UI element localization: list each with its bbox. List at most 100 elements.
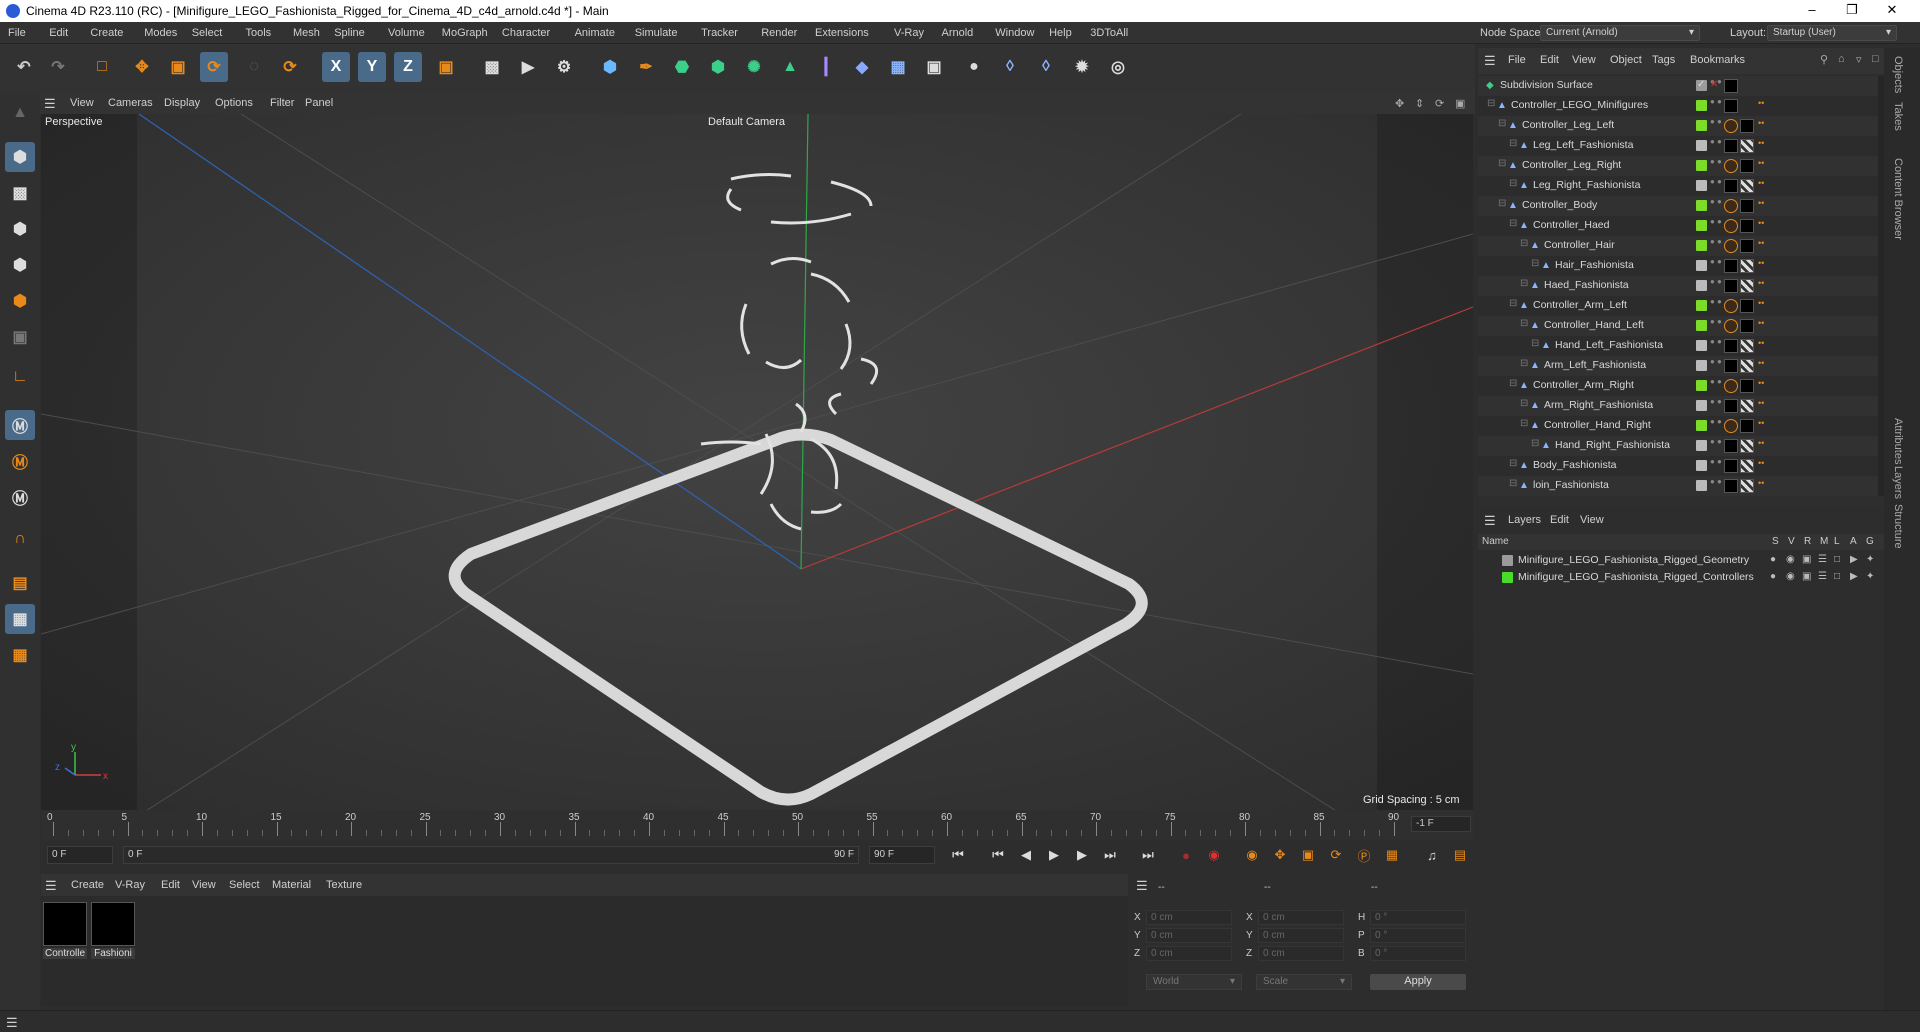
undo-icon[interactable]: ↶ xyxy=(10,52,38,82)
visibility-dots-icon[interactable]: ● ● xyxy=(1710,318,1722,326)
viewport-zoom-icon[interactable]: ⇕ xyxy=(1415,97,1424,110)
weight-tag-icon[interactable]: •• xyxy=(1758,358,1764,368)
material-swatch[interactable] xyxy=(43,902,87,946)
coord-pos-field[interactable]: 0 cm xyxy=(1146,946,1232,961)
object-row[interactable]: ⊟ ▲ Controller_Body ● ● •• xyxy=(1478,196,1878,216)
weight-tag-icon[interactable]: •• xyxy=(1758,338,1764,348)
visibility-dots-icon[interactable]: ● ● xyxy=(1710,278,1722,286)
polygons-mode-icon[interactable]: ⬢ xyxy=(5,286,35,316)
object-row[interactable]: ⊟ ▲ Leg_Left_Fashionista ● ● •• xyxy=(1478,136,1878,156)
extrude-icon[interactable]: ⬢ xyxy=(704,52,732,82)
layer-row[interactable]: Minifigure_LEGO_Fashionista_Rigged_Contr… xyxy=(1478,569,1884,586)
menu-item-v-ray[interactable]: V-Ray xyxy=(894,27,924,39)
menu-item-mograph[interactable]: MoGraph xyxy=(442,27,488,39)
minimize-icon[interactable]: – xyxy=(1792,2,1832,20)
hamburger-icon[interactable]: ☰ xyxy=(1484,53,1496,69)
weight-tag-icon[interactable]: •• xyxy=(1758,98,1764,108)
object-menu-object[interactable]: Object xyxy=(1610,54,1642,66)
constraint-tag-icon[interactable] xyxy=(1724,419,1738,433)
visibility-dots-icon[interactable]: ● ● xyxy=(1710,118,1722,126)
new-window-icon[interactable]: □ xyxy=(1872,53,1879,65)
object-row[interactable]: ⊟ ▲ Arm_Left_Fashionista ● ● •• xyxy=(1478,356,1878,376)
side-tab-content-browser[interactable]: Content Browser xyxy=(1892,158,1904,240)
material-tag-icon[interactable] xyxy=(1724,279,1738,293)
constraint-tag-icon[interactable] xyxy=(1724,319,1738,333)
layer-color-swatch[interactable] xyxy=(1696,380,1707,391)
object-row[interactable]: ⊟ ▲ Leg_Right_Fashionista ● ● •• xyxy=(1478,176,1878,196)
object-row[interactable]: ⊟ ▲ Controller_Leg_Left ● ● •• xyxy=(1478,116,1878,136)
weight-tag-icon[interactable]: •• xyxy=(1758,238,1764,248)
material-tag-icon[interactable] xyxy=(1724,399,1738,413)
tree-expand-icon[interactable]: ⊟ xyxy=(1531,338,1539,349)
solo-dot-icon[interactable]: ● xyxy=(1770,554,1776,565)
layer-color-swatch[interactable] xyxy=(1696,260,1707,271)
layer-color-swatch[interactable] xyxy=(1696,220,1707,231)
layer-color-swatch[interactable] xyxy=(1696,180,1707,191)
layer-menu-edit[interactable]: Edit xyxy=(1550,514,1569,526)
camera-icon[interactable]: ▣ xyxy=(920,52,948,82)
material-menu-select[interactable]: Select xyxy=(229,879,260,891)
layer-color-swatch[interactable] xyxy=(1696,360,1707,371)
tree-expand-icon[interactable]: ⊟ xyxy=(1520,238,1528,249)
uv-mode-icon[interactable]: ▣ xyxy=(5,322,35,352)
weight-tag-icon[interactable]: •• xyxy=(1758,458,1764,468)
material-tag-icon[interactable] xyxy=(1740,419,1754,433)
object-menu-file[interactable]: File xyxy=(1508,54,1526,66)
menu-item-create[interactable]: Create xyxy=(90,27,123,39)
material-tag-icon[interactable] xyxy=(1724,139,1738,153)
menu-item-animate[interactable]: Animate xyxy=(575,27,615,39)
material-menu-material[interactable]: Material xyxy=(272,879,311,891)
next-frame-icon[interactable]: ▶ xyxy=(1071,845,1093,865)
weight-tag-icon[interactable]: •• xyxy=(1758,118,1764,128)
settings-gear-icon[interactable]: ✹ xyxy=(1068,52,1096,82)
go-to-start-icon[interactable]: ⏮ xyxy=(947,845,969,865)
tree-expand-icon[interactable]: ⊟ xyxy=(1509,138,1517,149)
viewport-menu-cameras[interactable]: Cameras xyxy=(108,97,153,109)
filter-icon[interactable]: ▿ xyxy=(1856,53,1862,66)
visibility-dots-icon[interactable]: ● ● xyxy=(1710,418,1722,426)
constraint-tag-icon[interactable] xyxy=(1724,219,1738,233)
menu-item-tools[interactable]: Tools xyxy=(246,27,272,39)
visibility-dots-icon[interactable]: ● ● xyxy=(1710,178,1722,186)
perspective-viewport[interactable]: x y z Perspective Default Camera Grid Sp… xyxy=(41,114,1473,810)
hamburger-icon[interactable]: ☰ xyxy=(45,878,57,894)
recent-tool-icon[interactable]: ◌ xyxy=(240,52,268,82)
manager-icon[interactable]: ☰ xyxy=(1818,554,1827,565)
layer-color-swatch[interactable] xyxy=(1696,240,1707,251)
uvw-tag-icon[interactable] xyxy=(1740,259,1754,273)
uvw-tag-icon[interactable] xyxy=(1740,439,1754,453)
uvw-tag-icon[interactable] xyxy=(1740,279,1754,293)
weight-tag-icon[interactable]: •• xyxy=(1758,138,1764,148)
constraint-tag-icon[interactable] xyxy=(1724,199,1738,213)
layer-color-swatch[interactable] xyxy=(1696,400,1707,411)
visibility-dots-icon[interactable]: ● ● xyxy=(1710,198,1722,206)
key-parameter-icon[interactable]: Ⓟ xyxy=(1353,845,1375,865)
object-row[interactable]: ⊟ ▲ Controller_Hand_Left ● ● •• xyxy=(1478,316,1878,336)
menu-item-volume[interactable]: Volume xyxy=(388,27,425,39)
close-icon[interactable]: ✕ xyxy=(1872,2,1912,20)
side-tab-structure[interactable]: Structure xyxy=(1892,504,1904,549)
visibility-dots-icon[interactable]: ● ● xyxy=(1710,438,1722,446)
camera-name[interactable]: Default Camera xyxy=(708,116,785,128)
weight-tag-icon[interactable]: •• xyxy=(1758,158,1764,168)
weight-tag-icon[interactable]: •• xyxy=(1758,438,1764,448)
points-mode-icon[interactable]: ⬢ xyxy=(5,214,35,244)
sound-icon[interactable]: ♫ xyxy=(1421,845,1443,865)
rotate-icon[interactable]: ⟳ xyxy=(200,52,228,82)
timeline-ruler[interactable]: 0 5 10 15 20 25 30 35 40 45 50 55 60 65 70 75 80 85 90 -1 … xyxy=(41,810,1473,840)
coordinate-system-icon[interactable]: ▣ xyxy=(432,52,460,82)
visibility-dots-icon[interactable]: ● ● xyxy=(1710,378,1722,386)
layer-color-swatch[interactable] xyxy=(1696,440,1707,451)
material-tag-icon[interactable] xyxy=(1724,359,1738,373)
menu-item-mesh[interactable]: Mesh xyxy=(293,27,320,39)
uvw-tag-icon[interactable] xyxy=(1740,339,1754,353)
coord-rot-field[interactable]: 0 ° xyxy=(1370,928,1466,943)
layer-color-swatch[interactable] xyxy=(1696,100,1707,111)
generator-icon[interactable]: ✦ xyxy=(1866,554,1874,565)
apply-button[interactable]: Apply xyxy=(1370,974,1466,990)
object-row[interactable]: ⊟ ▲ Controller_Haed ● ● •• xyxy=(1478,216,1878,236)
tree-expand-icon[interactable]: ⊟ xyxy=(1509,178,1517,189)
material-tag-icon[interactable] xyxy=(1740,119,1754,133)
generator-icon[interactable]: ✦ xyxy=(1866,571,1874,582)
side-tab-takes[interactable]: Takes xyxy=(1892,102,1904,131)
